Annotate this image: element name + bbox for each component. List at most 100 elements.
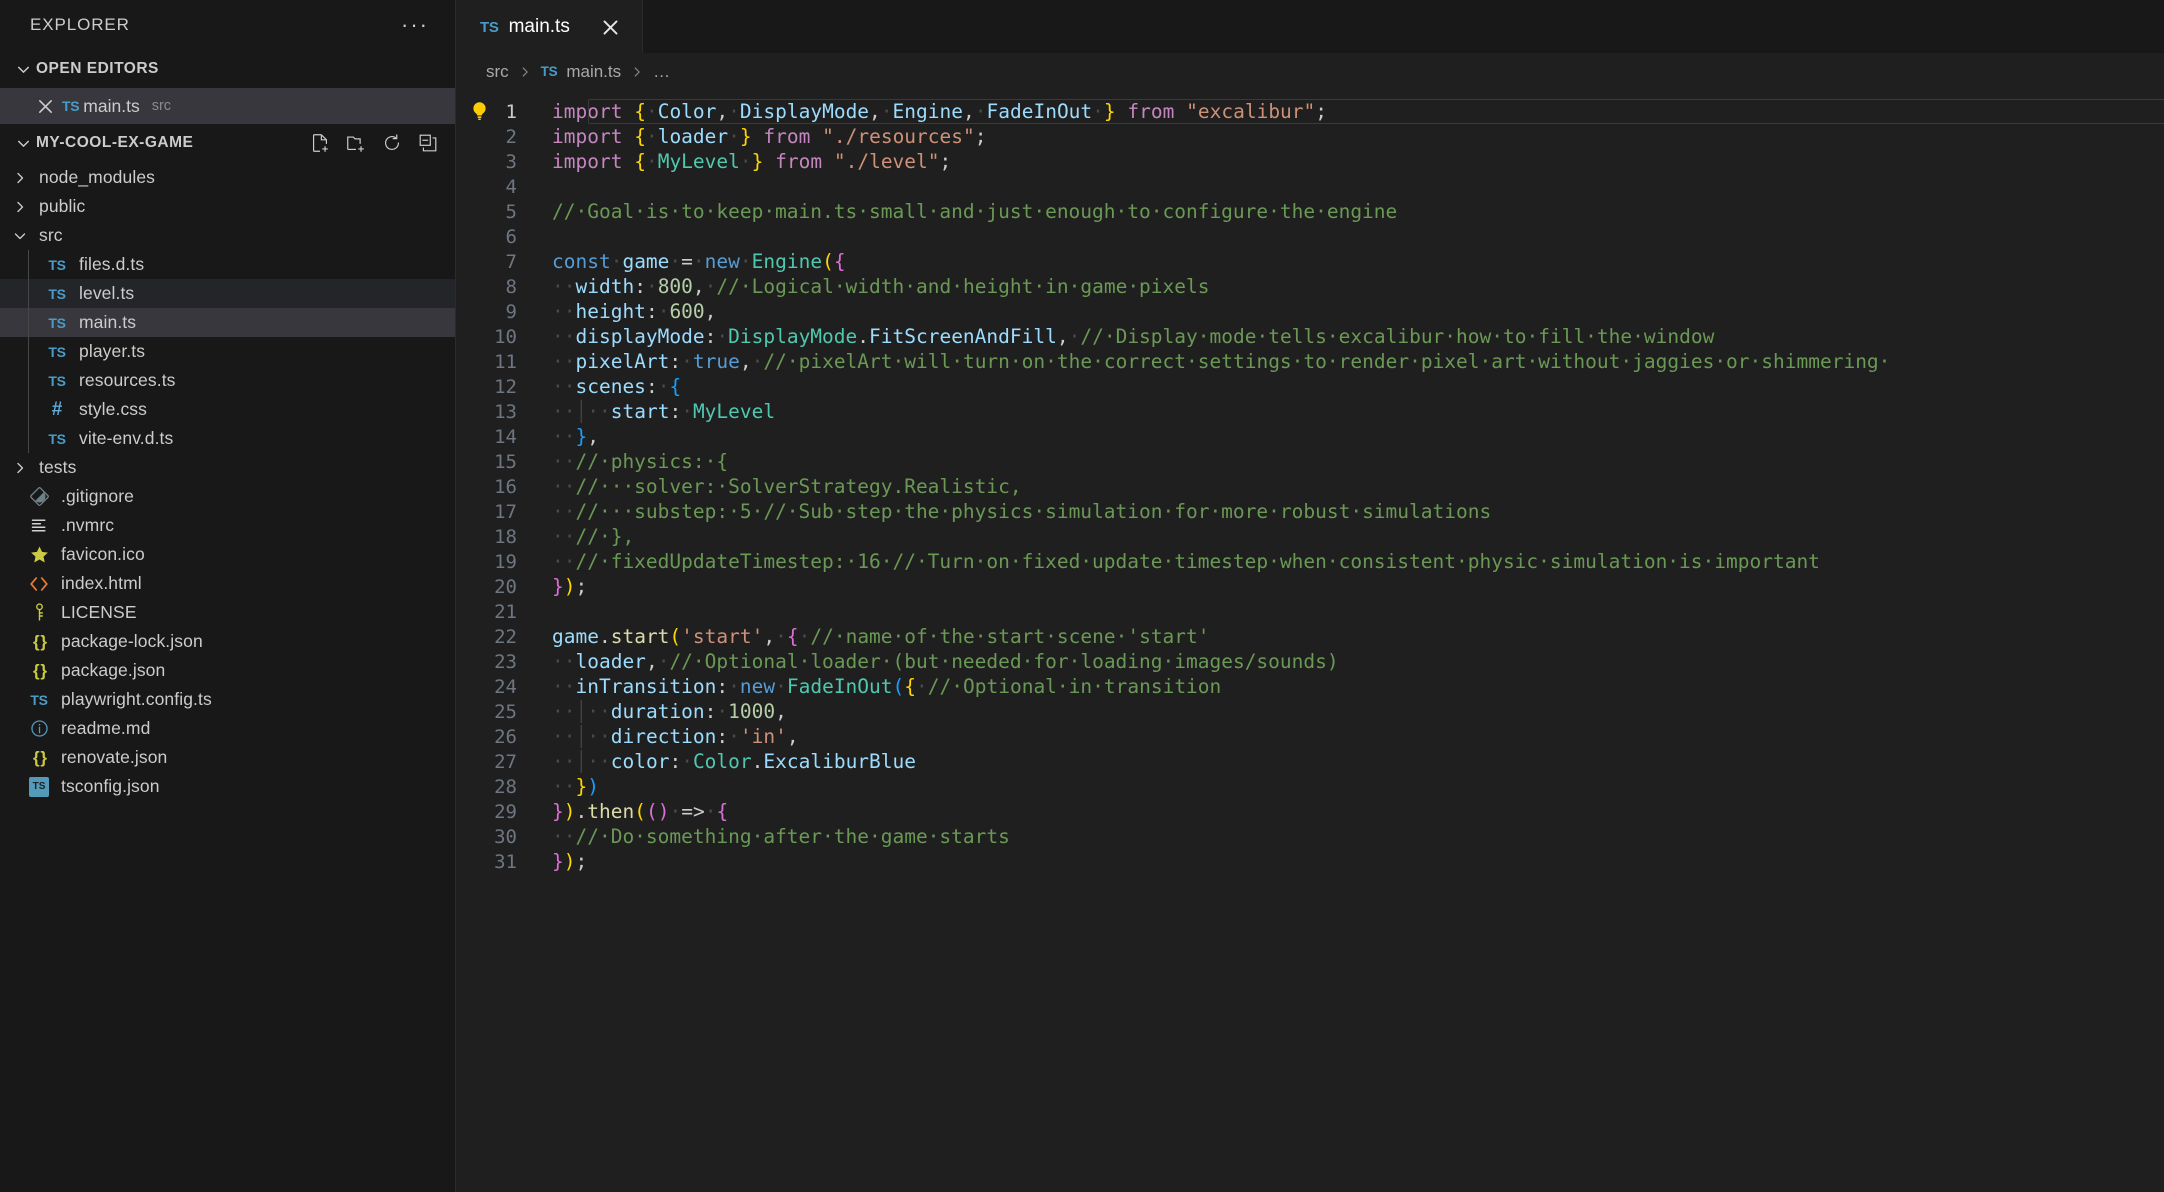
close-icon[interactable] xyxy=(28,97,62,116)
code-line: 5//·Goal·is·to·keep·main.ts·small·and·ju… xyxy=(505,200,1398,223)
tsconfig-icon: TS xyxy=(24,776,54,797)
breadcrumb-item-src[interactable]: src xyxy=(486,62,509,82)
tab-bar: TS main.ts xyxy=(456,0,2164,53)
close-icon[interactable] xyxy=(596,12,626,42)
tree-item-readme-md[interactable]: readme.md xyxy=(0,714,455,743)
typescript-icon: TS xyxy=(540,64,558,79)
explorer-sidebar: EXPLORER ··· OPEN EDITORS TS main.ts src… xyxy=(0,0,456,1192)
open-editor-item-main-ts[interactable]: TS main.ts src xyxy=(0,88,455,124)
new-folder-icon[interactable] xyxy=(343,130,369,156)
collapse-all-icon[interactable] xyxy=(415,130,441,156)
code-line: 12 ··scenes:·{ xyxy=(494,375,682,398)
chevron-right-icon xyxy=(8,170,32,186)
lightbulb-icon[interactable] xyxy=(468,99,491,124)
tree-item-index-html[interactable]: index.html xyxy=(0,569,455,598)
code-line: 15 ··//·physics:·{ xyxy=(494,450,729,473)
tree-item-label: .gitignore xyxy=(61,486,134,506)
star-icon xyxy=(24,544,54,565)
tree-item-label: public xyxy=(39,196,86,216)
typescript-icon: TS xyxy=(48,343,66,360)
vscode-window: EXPLORER ··· OPEN EDITORS TS main.ts src… xyxy=(0,0,2164,1192)
tree-item-tests[interactable]: tests xyxy=(0,453,455,482)
code-line: 3 import {·MyLevel·} from "./level"; xyxy=(505,150,952,173)
editor-area: TS main.ts src TS main.ts … 1 import {·C… xyxy=(456,0,2164,1192)
json-icon: { } xyxy=(33,631,47,651)
more-actions-icon[interactable]: ··· xyxy=(395,14,435,36)
tree-item-label: player.ts xyxy=(79,341,146,361)
typescript-icon: TS xyxy=(30,691,48,708)
breadcrumb-item-main-ts[interactable]: TS main.ts xyxy=(541,62,621,82)
json-icon: { } xyxy=(33,660,47,680)
code-line: 7 const·game·=·new·Engine({ xyxy=(505,250,846,273)
breadcrumb-label: main.ts xyxy=(566,61,622,81)
indent-guide xyxy=(28,308,29,337)
tree-item-vite-env-d-ts[interactable]: TS vite-env.d.ts xyxy=(0,424,455,453)
git-icon xyxy=(24,486,54,507)
tree-item-files-d-ts[interactable]: TS files.d.ts xyxy=(0,250,455,279)
config-lines-icon xyxy=(24,515,54,536)
breadcrumb-label: src xyxy=(486,61,509,81)
tree-item-main-ts[interactable]: TS main.ts xyxy=(0,308,455,337)
tree-item-tsconfig-json[interactable]: TS tsconfig.json xyxy=(0,772,455,801)
tree-item-gitignore[interactable]: .gitignore xyxy=(0,482,455,511)
open-editor-description: src xyxy=(151,98,172,114)
section-label: OPEN EDITORS xyxy=(36,60,159,77)
code-line: 25 ··│··duration:·1000, xyxy=(494,700,787,723)
key-icon xyxy=(24,602,54,623)
chevron-down-icon xyxy=(10,61,36,78)
tree-item-label: level.ts xyxy=(79,283,135,303)
chevron-down-icon xyxy=(8,228,32,244)
code-line: 23 ··loader,·//·Optional·loader·(but·need… xyxy=(494,650,1339,673)
typescript-icon: TS xyxy=(48,430,66,447)
tree-item-label: playwright.config.ts xyxy=(61,689,212,709)
tree-item-player-ts[interactable]: TS player.ts xyxy=(0,337,455,366)
editor-gutter xyxy=(456,90,503,124)
code-line: 6 xyxy=(505,226,517,248)
page-title: EXPLORER xyxy=(30,15,130,34)
tree-item-node_modules[interactable]: node_modules xyxy=(0,163,455,192)
tree-item-renovate-json[interactable]: { } renovate.json xyxy=(0,743,455,772)
code-line: 9 ··height:·600, xyxy=(505,300,717,323)
tree-item-package-lock-json[interactable]: { } package-lock.json xyxy=(0,627,455,656)
typescript-icon: TS xyxy=(480,18,499,36)
tab-main-ts[interactable]: TS main.ts xyxy=(456,0,643,53)
code-line: 24 ··inTransition:·new·FadeInOut({·//·Opt… xyxy=(494,675,1222,698)
indent-guide xyxy=(28,395,29,424)
typescript-icon: TS xyxy=(48,314,66,331)
code-editor[interactable]: 1 import {·Color,·DisplayMode,·Engine,·Fa… xyxy=(456,90,2164,1192)
new-file-icon[interactable] xyxy=(307,130,333,156)
code-line: 29}).then(()·=>·{ xyxy=(494,800,729,823)
chevron-right-icon xyxy=(518,65,532,79)
chevron-right-icon xyxy=(8,199,32,215)
indent-guide xyxy=(28,366,29,395)
tree-item-level-ts[interactable]: TS level.ts xyxy=(0,279,455,308)
tree-item-public[interactable]: public xyxy=(0,192,455,221)
tree-item-playwright-config-ts[interactable]: TS playwright.config.ts xyxy=(0,685,455,714)
tree-item-nvmrc[interactable]: .nvmrc xyxy=(0,511,455,540)
indent-guide xyxy=(28,279,29,308)
tree-item-label: tests xyxy=(39,457,77,477)
code-content[interactable]: 1 import {·Color,·DisplayMode,·Engine,·Fa… xyxy=(456,90,2164,1192)
typescript-icon: TS xyxy=(48,285,66,302)
tree-item-favicon-ico[interactable]: favicon.ico xyxy=(0,540,455,569)
tree-item-resources-ts[interactable]: TS resources.ts xyxy=(0,366,455,395)
source-code[interactable]: 1 import {·Color,·DisplayMode,·Engine,·Fa… xyxy=(456,99,2164,874)
refresh-icon[interactable] xyxy=(379,130,405,156)
code-line: 26 ··│··direction:·'in', xyxy=(494,725,799,748)
section-workspace[interactable]: MY-COOL-EX-GAME xyxy=(0,124,455,162)
tree-item-label: node_modules xyxy=(39,167,156,187)
file-tree: node_modules public src TS files.d.ts TS… xyxy=(0,162,455,1192)
code-line: 20}); xyxy=(494,575,588,598)
tree-item-license[interactable]: LICENSE xyxy=(0,598,455,627)
code-line: 1 import {·Color,·DisplayMode,·Engine,·Fa… xyxy=(505,100,1328,123)
breadcrumb-item-overflow[interactable]: … xyxy=(653,62,670,82)
tree-item-src[interactable]: src xyxy=(0,221,455,250)
tree-item-package-json[interactable]: { } package.json xyxy=(0,656,455,685)
section-open-editors[interactable]: OPEN EDITORS xyxy=(0,50,455,88)
code-line: 21 xyxy=(494,601,517,623)
html-icon xyxy=(24,573,54,595)
code-line: 8 ··width:·800,·//·Logical·width·and·heig… xyxy=(505,275,1210,298)
tree-item-style-css[interactable]: # style.css xyxy=(0,395,455,424)
tree-item-label: LICENSE xyxy=(61,602,137,622)
tree-item-label: favicon.ico xyxy=(61,544,145,564)
